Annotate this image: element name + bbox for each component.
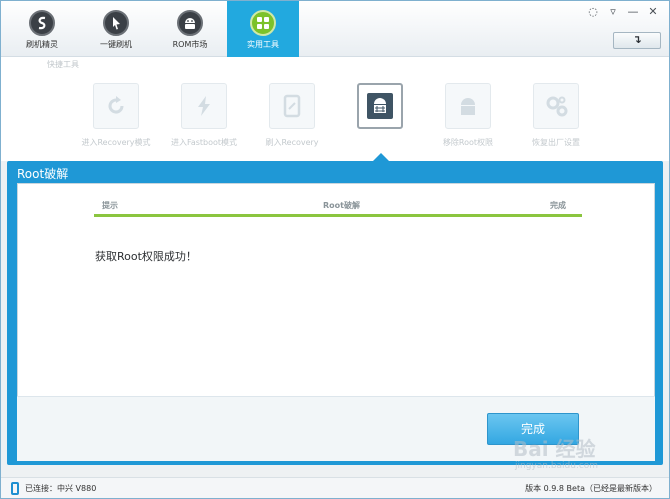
tool-factory-reset[interactable]: 恢复出厂设置 <box>501 83 611 148</box>
watermark-logo: Bai 经验 <box>513 437 596 461</box>
cursor-icon <box>103 10 129 36</box>
tab-label: 刷机精灵 <box>26 40 58 49</box>
android-remove-icon <box>445 83 491 129</box>
tab-label: 实用工具 <box>247 40 279 49</box>
android-root-icon <box>357 83 403 129</box>
tool-label: 刷入Recovery <box>265 138 319 147</box>
result-message: 获取Root权限成功！ <box>95 250 197 263</box>
progress-bar <box>94 214 582 217</box>
logo-s-icon <box>29 10 55 36</box>
gears-icon <box>533 83 579 129</box>
refresh-button[interactable]: ↴ <box>613 32 661 49</box>
tab-one-click-flash[interactable]: 一键刷机 <box>81 5 151 55</box>
tab-flash-wizard[interactable]: 刷机精灵 <box>7 5 77 55</box>
step-done: 完成 <box>550 201 566 210</box>
app-window: 刷机精灵 一键刷机 ROM市场 实用工具 ◌ ▿ — ✕ ↴ 快捷工具 进入Re… <box>0 0 670 499</box>
status-bar: 已连接：中兴 V880 版本 0.9.8 Beta（已经是最新版本） <box>1 477 669 498</box>
dialog-title: Root破解 <box>17 167 69 181</box>
phone-icon <box>11 482 19 495</box>
version-info: 版本 0.9.8 Beta（已经是最新版本） <box>525 484 657 493</box>
menu-icon[interactable]: ▿ <box>603 5 623 21</box>
step-root: Root破解 <box>323 201 360 210</box>
refresh-icon <box>93 83 139 129</box>
section-label: 快捷工具 <box>47 60 79 69</box>
android-icon <box>177 10 203 36</box>
top-nav: 刷机精灵 一键刷机 ROM市场 实用工具 ◌ ▿ — ✕ ↴ <box>1 1 669 57</box>
lightning-icon <box>181 83 227 129</box>
tool-label: 恢复出厂设置 <box>532 138 580 147</box>
tab-utilities[interactable]: 实用工具 <box>227 1 299 57</box>
feedback-icon[interactable]: ◌ <box>583 5 603 21</box>
watermark-url: jingyan.baidu.com <box>515 461 599 471</box>
tab-label: ROM市场 <box>172 40 208 49</box>
tab-rom-market[interactable]: ROM市场 <box>155 5 225 55</box>
connection-status: 已连接：中兴 V880 <box>25 484 97 493</box>
tablet-icon <box>269 83 315 129</box>
tab-label: 一键刷机 <box>100 40 132 49</box>
progress-fill <box>94 214 582 217</box>
grid-tools-icon <box>250 10 276 36</box>
close-icon[interactable]: ✕ <box>643 5 663 21</box>
minimize-icon[interactable]: — <box>623 5 643 21</box>
step-hint: 提示 <box>102 201 118 210</box>
window-controls: ◌ ▿ — ✕ <box>583 5 663 21</box>
quick-tools: 快捷工具 进入Recovery模式 进入Fastboot模式 刷入Recover… <box>1 57 669 161</box>
